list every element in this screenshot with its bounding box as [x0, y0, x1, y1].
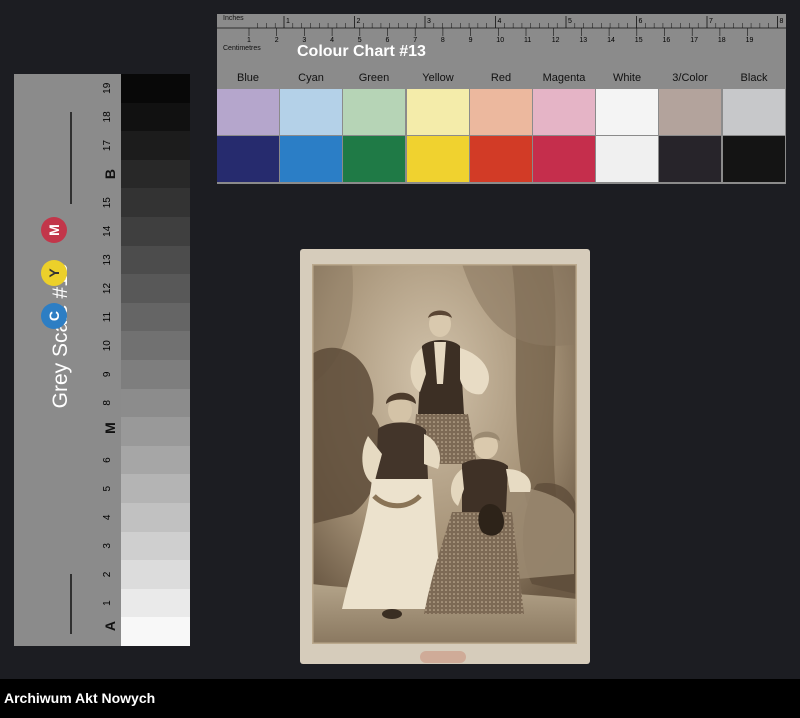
- inch-tick-label: 2: [357, 18, 361, 25]
- swatch-label-cyan: Cyan: [298, 72, 324, 84]
- colour-chart-title: Colour Chart #13: [297, 43, 426, 60]
- swatch-light: [659, 89, 721, 135]
- swatch-dark: [407, 136, 469, 182]
- colour-chart: 1 2 3 4 5 6 7 8 1 2 3 4 5 6 7 8 9 10 11 12 13 14 15 16 17 18 19 In…: [217, 14, 786, 184]
- inch-tick-label: 1: [286, 18, 290, 25]
- swatch-light: [407, 89, 469, 135]
- cm-tick-label: 14: [607, 37, 615, 42]
- swatch-label-green: Green: [358, 72, 390, 84]
- swatch-light: [723, 89, 785, 135]
- centimetres-label: Centimetres: [223, 45, 261, 52]
- swatch-light: [217, 89, 279, 135]
- swatch-light: [280, 89, 342, 135]
- swatch-dark: [343, 136, 405, 182]
- swatch-light: [533, 89, 595, 135]
- cm-tick-label: 1: [247, 37, 251, 42]
- inch-tick-label: 3: [427, 18, 431, 25]
- footer-bar: Archiwum Akt Nowych: [0, 679, 800, 718]
- swatch-label-white: White: [612, 72, 642, 84]
- swatch-label-yellow: Yellow: [422, 72, 454, 84]
- photo-card: [300, 249, 590, 664]
- swatch-light: [596, 89, 658, 135]
- swatch-dark: [533, 136, 595, 182]
- inch-tick-label: 4: [498, 18, 502, 25]
- stamp: [420, 651, 466, 663]
- inch-tick-label: 7: [709, 18, 713, 25]
- cm-tick-label: 17: [690, 37, 698, 42]
- swatch-label-magenta: Magenta: [542, 72, 586, 84]
- swatch-dark: [217, 136, 279, 182]
- swatch-label-3-color: 3/Color: [672, 72, 708, 84]
- grey-scale-chart: 19 18 17 15 14 13 12 11 10 9 8 6 5 4 3 2 1 Grey Scale #1…: [14, 74, 190, 647]
- inch-tick-label: 6: [639, 18, 643, 25]
- inch-tick-label: 5: [568, 18, 572, 25]
- cm-tick-label: 2: [275, 37, 279, 42]
- sepia-photograph: [312, 264, 577, 644]
- ruler: 1 2 3 4 5 6 7 81 2 3 4 5 6 7 8 9 10 11 12 13 14 15 16 17 18 19: [217, 16, 786, 42]
- inch-tick-label: 8: [780, 18, 784, 25]
- swatch-dark: [596, 136, 658, 182]
- swatch-dark: [470, 136, 532, 182]
- swatch-label-red: Red: [490, 72, 512, 84]
- cm-tick-label: 19: [746, 37, 754, 42]
- cm-tick-label: 15: [635, 37, 643, 42]
- swatch-light: [470, 89, 532, 135]
- photo-scene: [312, 264, 577, 644]
- cm-tick-label: 16: [663, 37, 671, 42]
- swatch-label-blue: Blue: [236, 72, 260, 84]
- cm-tick-label: 18: [718, 37, 726, 42]
- swatch-label-black: Black: [740, 72, 768, 84]
- swatch-dark: [723, 136, 785, 182]
- swatch-light: [343, 89, 405, 135]
- grey-scale-rule-lines: [70, 112, 72, 634]
- inches-label: Inches: [223, 15, 244, 22]
- swatch-dark: [280, 136, 342, 182]
- archive-name: Archiwum Akt Nowych: [4, 690, 156, 706]
- swatch-dark: [659, 136, 721, 182]
